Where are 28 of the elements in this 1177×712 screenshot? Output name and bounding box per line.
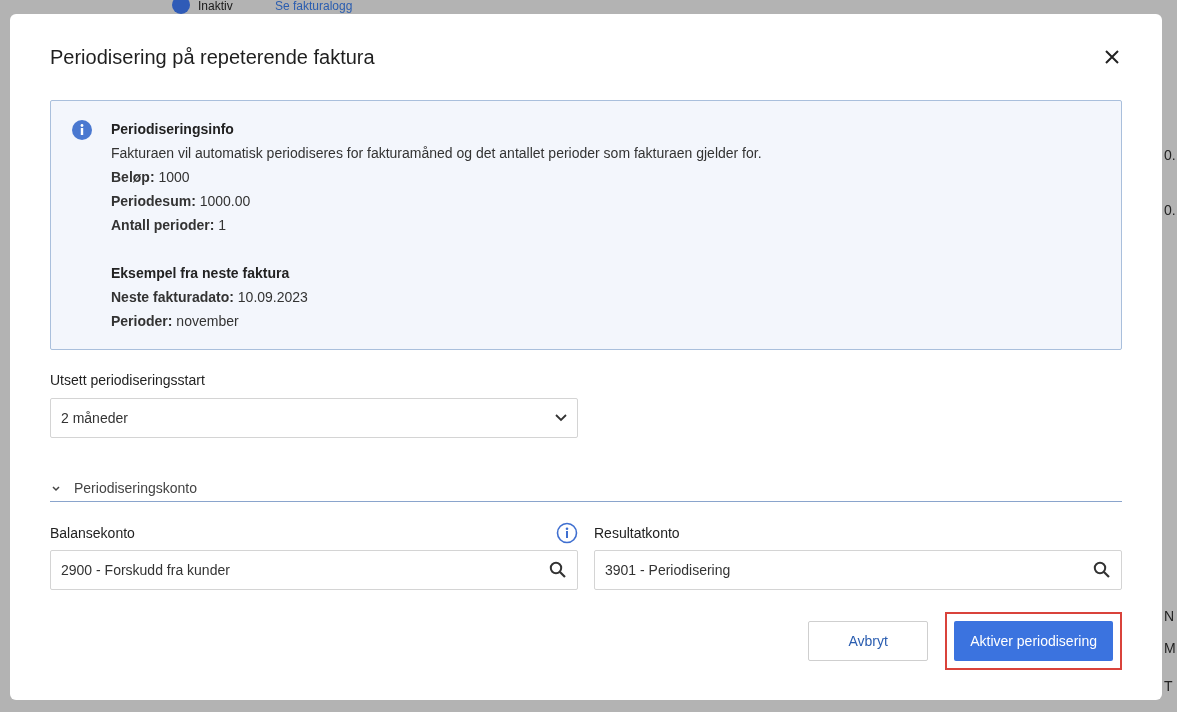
- search-icon[interactable]: [1093, 561, 1111, 579]
- cancel-button[interactable]: Avbryt: [808, 621, 929, 661]
- field-label: Balansekonto: [50, 523, 135, 543]
- background-text: M: [1164, 639, 1176, 658]
- field-label: Resultatkonto: [594, 523, 680, 543]
- search-icon[interactable]: [549, 561, 567, 579]
- info-line: Antall perioder: 1: [111, 216, 228, 235]
- info-title: Periodiseringsinfo: [111, 120, 235, 139]
- info-line: Perioder: november: [111, 312, 240, 331]
- activate-button[interactable]: Aktiver periodisering: [954, 621, 1113, 661]
- account-field[interactable]: 3901 - Periodisering: [594, 550, 1122, 590]
- info-line: Periodesum: 1000.00: [111, 192, 252, 211]
- dialog-title: Periodisering på repeterende faktura: [50, 45, 375, 70]
- field-label: Utsett periodiseringsstart: [50, 371, 206, 390]
- background-text: 0.: [1164, 146, 1176, 165]
- close-icon: [1104, 49, 1120, 65]
- section-toggle[interactable]: Periodiseringskonto: [50, 478, 1122, 502]
- status-label: Inaktiv: [198, 0, 233, 13]
- info-line: Beløp: 1000: [111, 168, 191, 187]
- period-select[interactable]: 2 måneder: [50, 398, 578, 438]
- info-text: Fakturaen vil automatisk periodiseres for fakturamåned og det antallet perioder som fakturaen gjelder for.: [111, 144, 762, 163]
- example-title: Eksempel fra neste faktura: [111, 264, 291, 283]
- background-text: T: [1164, 677, 1173, 696]
- info-line: Neste fakturadato: 10.09.2023: [111, 288, 309, 307]
- background-text: 0.: [1164, 201, 1176, 220]
- chevron-down-icon: [555, 414, 567, 422]
- background-text: N: [1164, 607, 1175, 626]
- account-field[interactable]: 2900 - Forskudd fra kunder: [50, 550, 578, 590]
